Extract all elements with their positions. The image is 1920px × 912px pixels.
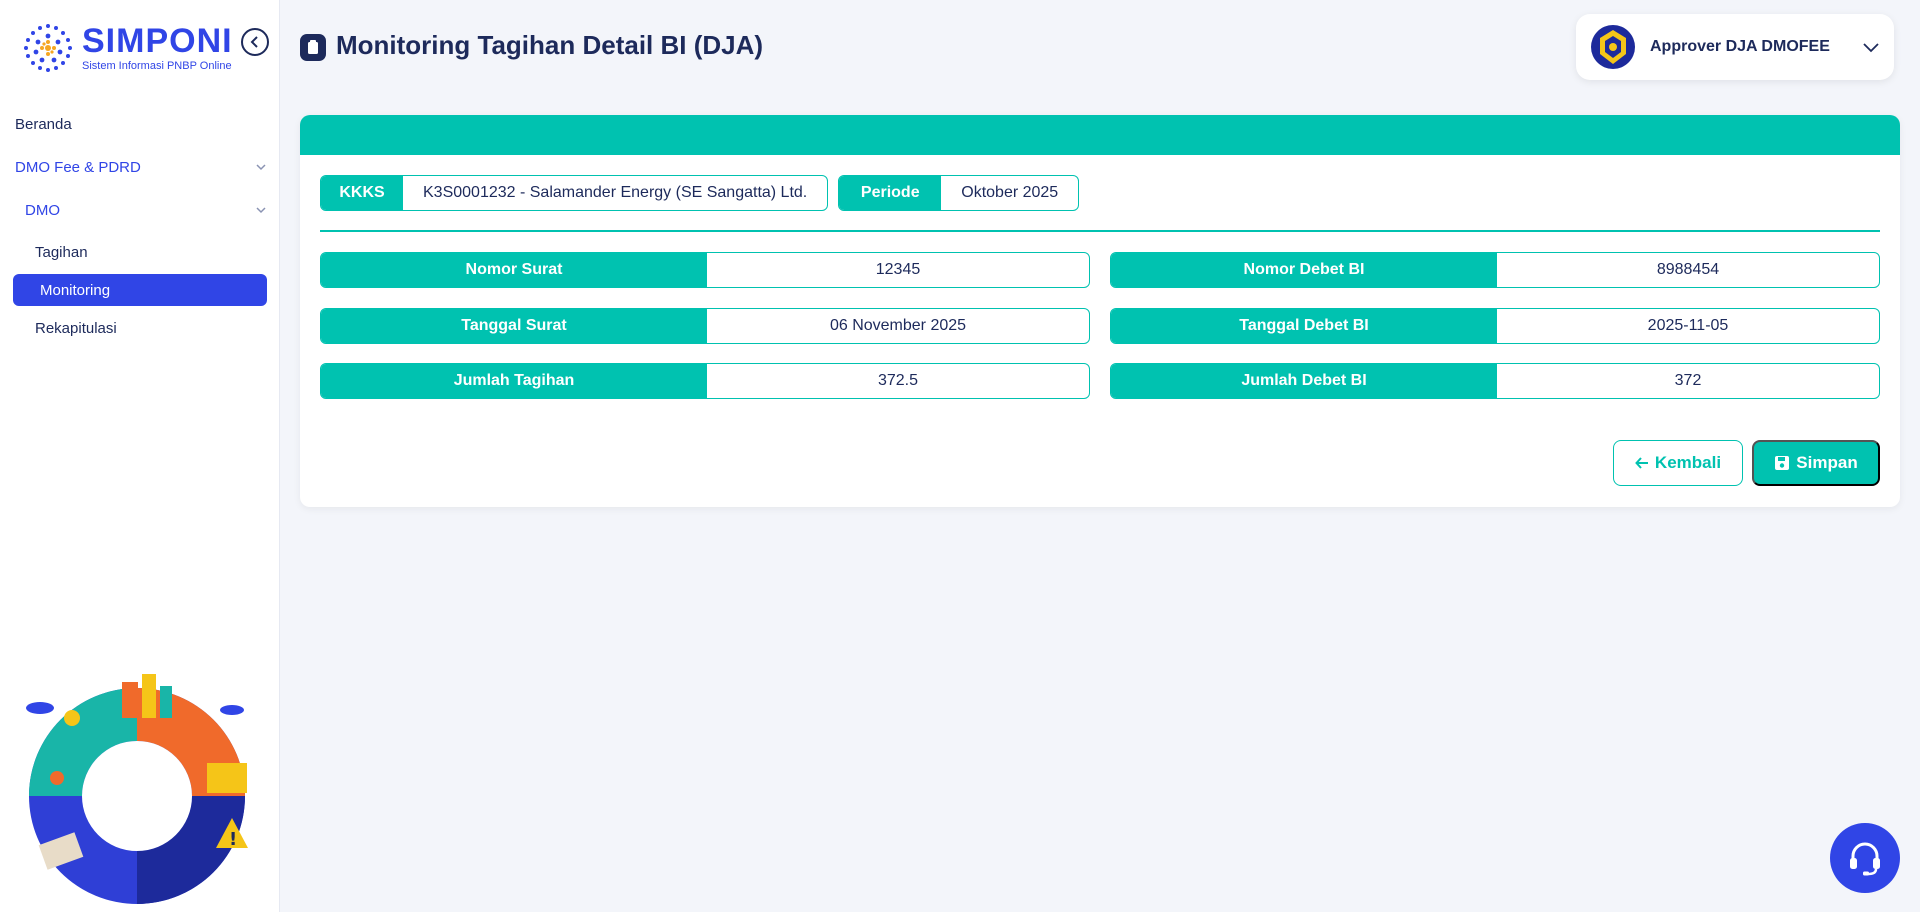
clipboard-icon: [300, 33, 326, 61]
svg-text:!: !: [229, 829, 237, 850]
tanggal-surat-value: 06 November 2025: [829, 317, 967, 334]
logo-title: SIMPONI: [82, 22, 233, 60]
chevron-down-icon: [256, 164, 266, 171]
logo-subtitle: Sistem Informasi PNBP Online: [82, 60, 232, 72]
nomor-surat-field: Nomor Surat 12345: [320, 252, 1090, 288]
decorative-illustration: !: [26, 674, 248, 904]
chevron-left-icon: [250, 36, 258, 48]
tanggal-surat-field: Tanggal Surat 06 November 2025: [320, 308, 1090, 344]
back-button-label: Kembali: [1654, 453, 1722, 472]
sidebar-menu: Beranda DMO Fee & PDRD DMO Tagihan Monit…: [0, 108, 280, 350]
tanggal-debet-value: 2025-11-05: [1647, 317, 1729, 334]
simponi-logo[interactable]: SIMPONI Sistem Informasi PNBP Online: [18, 18, 233, 78]
nomor-surat-value: 12345: [875, 261, 921, 278]
floppy-disk-icon: [1775, 456, 1790, 470]
sidebar-item-label: DMO: [25, 201, 60, 219]
sidebar-item-beranda[interactable]: Beranda: [0, 108, 280, 140]
sidebar-item-tagihan[interactable]: Tagihan: [0, 236, 280, 268]
nomor-debet-label: Nomor Debet BI: [1111, 253, 1497, 287]
sidebar-item-label: Beranda: [15, 115, 72, 133]
jumlah-debet-field: Jumlah Debet BI 372: [1110, 363, 1880, 399]
tanggal-debet-field: Tanggal Debet BI 2025-11-05: [1110, 308, 1880, 344]
page-header: Monitoring Tagihan Detail BI (DJA): [300, 30, 763, 61]
jumlah-tagihan-value: 372.5: [877, 372, 919, 389]
collapse-sidebar-button[interactable]: [241, 28, 269, 56]
sidebar-item-rekapitulasi[interactable]: Rekapitulasi: [0, 312, 280, 344]
sidebar: SIMPONI Sistem Informasi PNBP Online Ber…: [0, 0, 280, 912]
nomor-surat-label: Nomor Surat: [321, 253, 707, 287]
chevron-down-icon: [256, 207, 266, 214]
ministry-emblem-icon: [1591, 25, 1635, 69]
sidebar-item-label: Rekapitulasi: [35, 319, 117, 337]
periode-label: Periode: [839, 176, 942, 210]
arrow-left-icon: [1635, 457, 1648, 469]
nomor-debet-value: 8988454: [1656, 261, 1720, 278]
tanggal-debet-label: Tanggal Debet BI: [1111, 309, 1497, 343]
detail-card: KKKS K3S0001232 - Salamander Energy (SE …: [300, 115, 1900, 507]
kkks-value: K3S0001232 - Salamander Energy (SE Sanga…: [423, 184, 808, 201]
filter-row: KKKS K3S0001232 - Salamander Energy (SE …: [320, 175, 1089, 211]
jumlah-tagihan-label: Jumlah Tagihan: [321, 364, 707, 398]
periode-value: Oktober 2025: [961, 184, 1059, 201]
sidebar-item-monitoring[interactable]: Monitoring: [13, 274, 267, 306]
jumlah-tagihan-field: Jumlah Tagihan 372.5: [320, 363, 1090, 399]
sidebar-item-label: Monitoring: [40, 281, 111, 299]
user-menu[interactable]: Approver DJA DMOFEE: [1576, 14, 1894, 80]
logo-dots-icon: [24, 24, 72, 72]
tanggal-surat-label: Tanggal Surat: [321, 309, 707, 343]
section-divider: [320, 230, 1880, 232]
back-button[interactable]: Kembali: [1613, 440, 1743, 486]
headset-icon: [1850, 842, 1880, 876]
sidebar-item-label: DMO Fee & PDRD: [15, 158, 141, 176]
save-button[interactable]: Simpan: [1752, 440, 1880, 486]
chevron-down-icon: [1863, 43, 1879, 53]
page-title: Monitoring Tagihan Detail BI (DJA): [336, 30, 764, 60]
save-button-label: Simpan: [1796, 453, 1858, 472]
sidebar-item-dmo-fee-pdrd[interactable]: DMO Fee & PDRD: [0, 151, 280, 183]
nomor-debet-field: Nomor Debet BI 8988454: [1110, 252, 1880, 288]
jumlah-debet-label: Jumlah Debet BI: [1111, 364, 1497, 398]
kkks-pill: KKKS K3S0001232 - Salamander Energy (SE …: [320, 175, 829, 211]
periode-pill: Periode Oktober 2025: [838, 175, 1080, 211]
kkks-label: KKKS: [321, 176, 403, 210]
user-name: Approver DJA DMOFEE: [1650, 38, 1830, 55]
jumlah-debet-value: 372: [1674, 372, 1702, 389]
help-support-button[interactable]: [1830, 823, 1900, 893]
card-header-band: [300, 115, 1900, 155]
sidebar-item-label: Tagihan: [35, 243, 88, 261]
sidebar-item-dmo[interactable]: DMO: [0, 194, 280, 226]
